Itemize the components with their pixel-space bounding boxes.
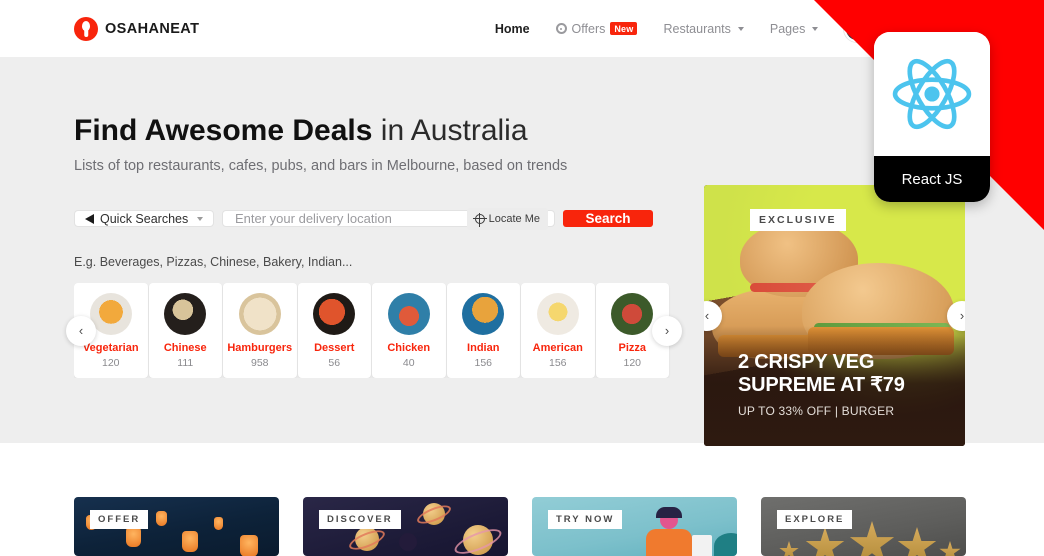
category-image — [164, 293, 207, 336]
category-count: 156 — [548, 357, 567, 370]
category-next-button[interactable]: › — [652, 315, 682, 346]
category-name: Chicken — [387, 342, 431, 355]
quick-searches-label: Quick Searches — [100, 211, 189, 226]
page-title-rest: in Australia — [372, 114, 528, 147]
category-card[interactable]: American 156 — [521, 283, 595, 379]
nav-item-home[interactable]: Home — [495, 22, 530, 36]
feature-card-discover[interactable]: DISCOVER — [303, 497, 508, 556]
gear-icon — [555, 23, 567, 34]
category-carousel: ‹ Vegetarian 120 Chinese 111 Hamburgers 958 De… — [66, 283, 682, 379]
category-count: 40 — [402, 357, 415, 370]
nav-item-restaurants-label: Restaurants — [663, 21, 731, 36]
promo-banner[interactable]: EXCLUSIVE 2 CRISPY VEG SUPREME AT ₹79 UP… — [704, 185, 965, 446]
nav-item-pages-label: Pages — [769, 21, 806, 36]
category-name: American — [532, 342, 583, 355]
category-name: Hamburgers — [227, 342, 293, 355]
category-prev-button[interactable]: ‹ — [66, 315, 96, 346]
hero-content: Find Awesome Deals in Australia Lists of… — [66, 113, 682, 379]
promo-text: 2 CRISPY VEG SUPREME AT ₹79 UP TO 33% OF… — [738, 351, 951, 418]
category-name: Chinese — [163, 342, 207, 355]
page-root: OSAHANEAT Home Offers New Restaurants Pa… — [0, 0, 1044, 556]
category-count: 120 — [623, 357, 642, 370]
promo-headline-line2: SUPREME AT ₹79 — [738, 373, 905, 396]
chevron-down-icon — [197, 216, 203, 221]
feature-card-try-now[interactable]: TRY NOW — [532, 497, 737, 556]
page-title-bold: Find Awesome Deals — [74, 114, 373, 147]
locate-me-label: Locate Me — [488, 212, 540, 225]
category-image — [536, 293, 579, 336]
hero-subtitle: Lists of top restaurants, cafes, pubs, a… — [74, 158, 568, 175]
react-badge-label: React JS — [874, 156, 990, 202]
promo-headline: 2 CRISPY VEG SUPREME AT ₹79 — [738, 351, 951, 396]
search-button[interactable]: Search — [563, 210, 653, 228]
category-count: 120 — [101, 357, 120, 370]
category-name: Pizza — [618, 342, 646, 355]
category-card[interactable]: Indian 156 — [446, 283, 520, 379]
category-image — [387, 293, 430, 336]
category-image — [313, 293, 356, 336]
promo-headline-line1: 2 CRISPY VEG — [738, 351, 875, 374]
exclusive-tag: EXCLUSIVE — [750, 209, 846, 231]
category-name: Indian — [467, 342, 500, 355]
quick-searches-select[interactable]: Quick Searches — [74, 210, 214, 228]
feature-card-explore[interactable]: EXPLORE — [761, 497, 966, 556]
feature-card-label: DISCOVER — [319, 510, 401, 529]
nav-item-offers[interactable]: Offers New — [555, 21, 638, 36]
chevron-down-icon — [812, 26, 819, 31]
nav-item-home-label: Home — [494, 21, 530, 36]
nav-item-offers-label: Offers — [571, 21, 606, 36]
category-image — [89, 293, 132, 336]
category-list: Vegetarian 120 Chinese 111 Hamburgers 958 Dess… — [74, 283, 674, 379]
category-image — [611, 293, 654, 336]
category-count: 156 — [474, 357, 493, 370]
feature-card-offer[interactable]: OFFER — [74, 497, 279, 556]
category-card[interactable]: Hamburgers 958 — [223, 283, 297, 379]
react-logo-icon — [892, 58, 972, 130]
category-image — [238, 293, 281, 336]
brand-name: OSAHANEAT — [105, 20, 200, 37]
promo-subtext: UP TO 33% OFF | BURGER — [738, 404, 895, 418]
category-name: Dessert — [314, 342, 355, 355]
react-badge[interactable]: React JS — [874, 32, 990, 202]
example-searches: E.g. Beverages, Pizzas, Chinese, Bakery,… — [74, 255, 353, 270]
feature-card-label: EXPLORE — [777, 510, 853, 529]
nav-item-restaurants[interactable]: Restaurants — [663, 21, 744, 36]
feature-card-list: OFFER DISCOVER TRY NOW EXPLORE — [74, 497, 966, 556]
crosshair-icon — [473, 212, 488, 227]
new-badge: New — [610, 22, 638, 35]
category-card[interactable]: Dessert 56 — [297, 283, 371, 379]
chevron-down-icon — [737, 26, 744, 31]
category-card[interactable]: Chicken 40 — [372, 283, 446, 379]
category-count: 958 — [250, 357, 269, 370]
category-image — [462, 293, 505, 336]
spoon-logo-icon — [74, 16, 98, 41]
locate-me-button[interactable]: Locate Me — [466, 207, 548, 230]
nav-item-pages[interactable]: Pages — [769, 21, 819, 36]
feature-card-label: OFFER — [90, 510, 149, 529]
category-card[interactable]: Chinese 111 — [148, 283, 222, 379]
location-input-wrap: Locate Me — [222, 207, 555, 230]
react-logo-area — [874, 32, 990, 156]
avatar[interactable] — [844, 15, 871, 42]
page-title: Find Awesome Deals in Australia — [74, 113, 674, 148]
category-count: 56 — [328, 357, 341, 370]
paper-plane-icon — [85, 213, 94, 224]
search-bar: Quick Searches Locate Me Search — [74, 207, 674, 230]
brand-logo[interactable]: OSAHANEAT — [74, 16, 200, 41]
feature-card-label: TRY NOW — [548, 510, 623, 529]
category-count: 111 — [177, 357, 194, 370]
